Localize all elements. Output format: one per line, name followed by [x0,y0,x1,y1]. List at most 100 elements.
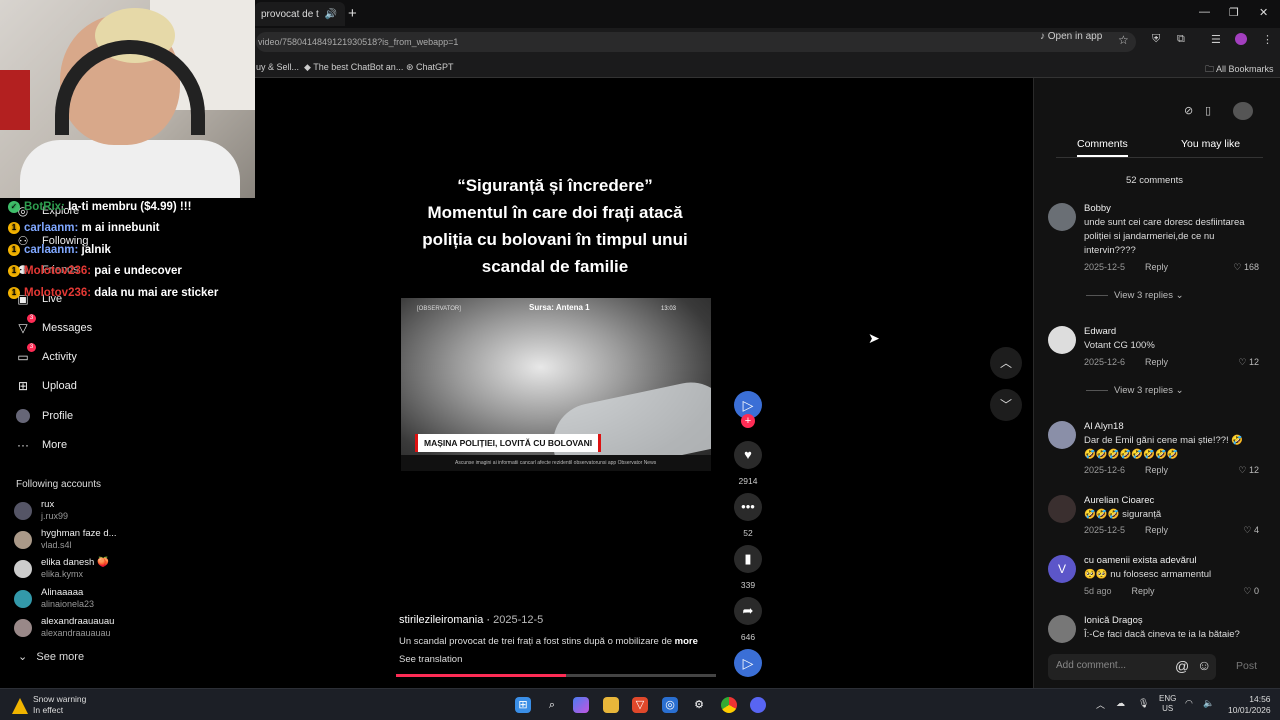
lang-label: ENG [1159,694,1177,703]
account-name: Alinaaaaa [41,587,84,598]
windows-start-icon[interactable]: ⊞ [515,697,531,713]
avatar[interactable] [1048,495,1076,523]
nav-profile[interactable]: Profile [16,409,73,423]
following-account[interactable]: hyghman faze d... vlad.s4l [14,528,234,554]
profile-avatar-icon[interactable] [1235,33,1247,45]
follow-plus-icon[interactable]: + [741,414,755,428]
following-account[interactable]: rux j.rux99 [14,499,234,525]
chrome-icon[interactable] [721,697,737,713]
bookmark-star-icon[interactable]: ☆ [1118,33,1129,47]
avatar[interactable] [1048,326,1076,354]
comment-like[interactable]: ♡ 0 [1243,586,1259,597]
all-bookmarks[interactable]: 🗀 All Bookmarks [1205,62,1274,78]
minimize-icon[interactable]: — [1199,6,1210,18]
browser-tab[interactable]: provocat de t 🔊 ✕ [255,2,345,26]
network-app-icon[interactable]: ☁ [1116,698,1125,709]
reply-button[interactable]: Reply [1145,465,1168,475]
user-avatar-icon[interactable] [1233,102,1253,120]
new-tab-button[interactable]: + [348,5,357,22]
view-replies[interactable]: View 3 replies ⌄ [1086,290,1184,301]
nav-activity[interactable]: ▭ 3 Activity [16,343,77,364]
like-button[interactable]: ♥ [734,441,762,469]
open-in-app-button[interactable]: ♪ Open in app [1040,31,1102,42]
following-account[interactable]: alexandraauauau alexandraauauau [14,616,234,642]
reply-button[interactable]: Reply [1145,357,1168,367]
avatar[interactable] [1048,421,1076,449]
comment-button[interactable]: ••• [734,493,762,521]
nav-label: More [42,439,68,451]
nav-messages[interactable]: ▽ 3 Messages [16,314,92,335]
see-translation-link[interactable]: See translation [399,654,462,665]
see-more-link[interactable]: ⌄ See more [18,650,84,663]
chat-user: Molotov236: [24,265,92,278]
bookmark-item[interactable]: ⊛ ChatGPT [406,62,454,73]
caption-line: “Siguranță și încredere” [457,176,653,195]
emoji-icon[interactable]: ☺ [1197,657,1211,673]
comment-author[interactable]: Aurelian Cioarec [1084,495,1154,506]
file-explorer-icon[interactable] [603,697,619,713]
video-frame[interactable]: [OBSERVATOR] Sursa: Antena 1 13:03 MAȘIN… [401,298,711,471]
address-bar[interactable]: video/7580414849121930518?is_from_webapp… [256,32,1136,52]
volume-icon[interactable]: 🔈 [1203,698,1214,709]
phone-icon[interactable]: ▯ [1205,104,1211,117]
comment-author[interactable]: Ionică Dragoș [1084,615,1143,626]
restore-icon[interactable]: ❐ [1229,6,1239,19]
comment-like[interactable]: ♡ 12 [1238,357,1259,368]
nav-more[interactable]: ··· More [16,438,67,452]
avatar[interactable]: V [1048,555,1076,583]
menu-dots-icon[interactable]: ⋮ [1262,33,1273,46]
comment-like[interactable]: ♡ 168 [1233,262,1259,273]
speaker-icon[interactable]: 🔊 [325,9,337,20]
avatar[interactable] [1048,615,1076,643]
comment-like[interactable]: ♡ 12 [1238,465,1259,476]
sound-avatar-button[interactable]: ▷ [734,649,762,677]
search-icon[interactable]: ⌕ [544,697,560,713]
share-button[interactable]: ➦ [734,597,762,625]
previous-video-button[interactable]: ︿ [990,347,1022,379]
discord-icon[interactable] [750,697,766,713]
heart-outline-icon: ♡ [1243,586,1252,596]
nav-upload[interactable]: ⊞ Upload [16,379,77,393]
video-author[interactable]: stirilezileiromania · 2025-12-5 [399,614,543,626]
clock[interactable]: 14:56 10/01/2026 [1228,694,1271,716]
wifi-icon[interactable]: ◠ [1185,698,1193,709]
tab-comments[interactable]: Comments [1077,138,1128,157]
comment-meta: 2025-12-5 Reply [1084,525,1168,535]
brave-icon[interactable]: ▽ [632,697,648,713]
next-video-button[interactable]: ﹀ [990,389,1022,421]
comment-author[interactable]: cu oamenii exista adevărul [1084,555,1196,566]
post-button[interactable]: Post [1236,660,1257,672]
add-comment-input[interactable]: Add comment... [1048,654,1216,680]
app-icon[interactable]: ◎ [662,697,678,713]
compass-icon[interactable]: ⊘ [1184,104,1193,117]
tray-chevron-icon[interactable]: ︿ [1096,698,1105,711]
steam-icon[interactable]: ⚙ [691,697,707,713]
window-close-icon[interactable]: ✕ [1259,6,1268,19]
following-account[interactable]: elika danesh 🍑 elika.kymx [14,557,234,583]
reply-button[interactable]: Reply [1145,525,1168,535]
language-indicator[interactable]: ENG US [1159,694,1176,714]
comment-author[interactable]: Bobby [1084,203,1111,214]
puzzle-icon[interactable]: ⧉ [1177,33,1185,46]
save-button[interactable]: ▮ [734,545,762,573]
microphone-icon[interactable]: 🎙 [1138,698,1149,709]
comment-like[interactable]: ♡ 4 [1243,525,1259,536]
reply-button[interactable]: Reply [1132,586,1155,596]
bookmark-item[interactable]: ◆ The best ChatBot an... [304,62,403,73]
tab-you-may-like[interactable]: You may like [1181,138,1240,150]
avatar[interactable] [1048,203,1076,231]
extension-icon[interactable]: ⛨ [1152,33,1160,46]
bookmark-item[interactable]: uy & Sell... [256,62,299,72]
copilot-icon[interactable] [573,697,589,713]
comment-author[interactable]: Edward [1084,326,1116,337]
more-link[interactable]: more [675,636,698,647]
nav-label: Upload [42,380,77,392]
mention-icon[interactable]: @ [1175,658,1189,674]
view-replies[interactable]: View 3 replies ⌄ [1086,385,1184,396]
avatar [14,502,32,520]
comment-author[interactable]: Al Alyn18 [1084,421,1124,432]
media-icon[interactable]: ☰ [1211,33,1221,46]
following-account[interactable]: Alinaaaaa alinaionela23 [14,587,234,613]
video-progress-bar[interactable] [396,674,716,677]
reply-button[interactable]: Reply [1145,262,1168,272]
